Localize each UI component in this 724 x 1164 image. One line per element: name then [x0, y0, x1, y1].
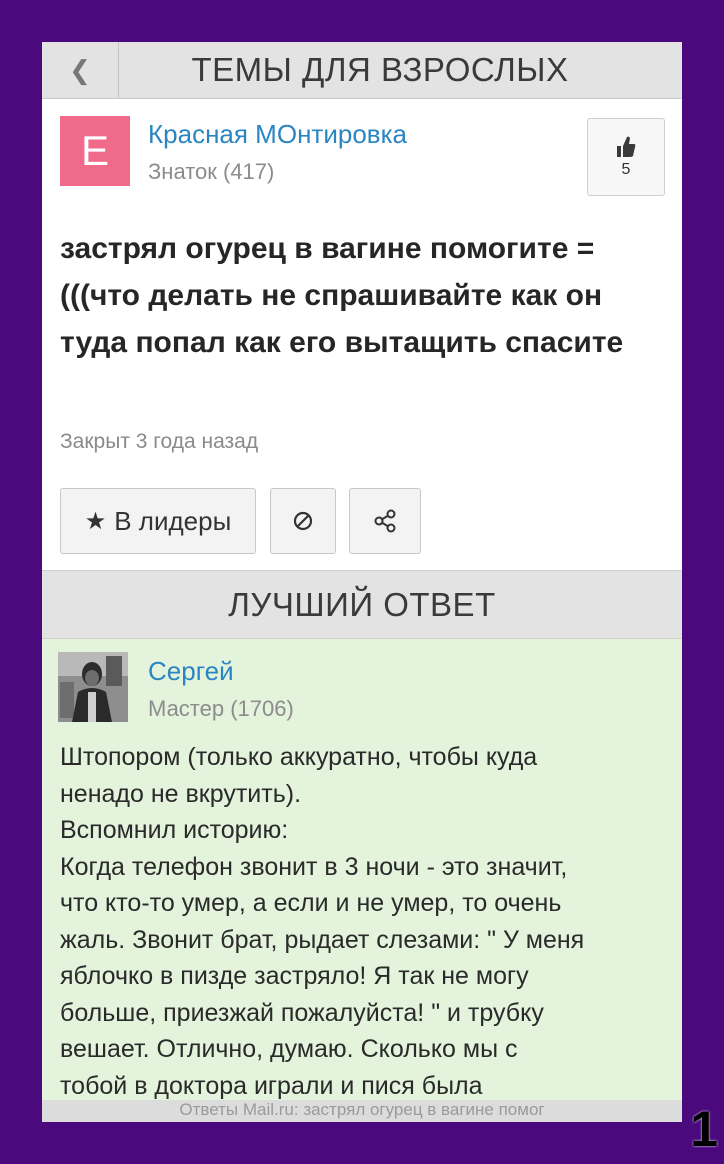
answer-author-rank: Мастер (1706)	[148, 696, 294, 721]
page-number: 1	[690, 1101, 718, 1157]
answer-author-name[interactable]: Сергей	[148, 656, 234, 687]
best-answer-heading: ЛУЧШИЙ ОТВЕТ	[42, 570, 682, 639]
app-screen: ❮ ТЕМЫ ДЛЯ ВЗРОСЛЫХ E Красная МОнтировка…	[42, 42, 682, 1122]
like-button[interactable]: 5	[587, 118, 665, 196]
thumbs-up-icon	[617, 136, 636, 157]
question-text: застрял огурец в вагине помогите =(((что…	[60, 232, 624, 359]
user-photo	[58, 652, 128, 722]
page-title: ТЕМЫ ДЛЯ ВЗРОСЛЫХ	[191, 51, 569, 88]
footer-caption: Ответы Mail.ru: застрял огурец в вагине …	[42, 1100, 682, 1122]
avatar[interactable]: E	[60, 116, 130, 186]
best-answer-card: Сергей Мастер (1706) Штопором (только ак…	[42, 639, 682, 1119]
author-name[interactable]: Красная МОнтировка	[148, 119, 407, 150]
answer-text: Штопором (только аккуратно, чтобы куда н…	[60, 743, 585, 1100]
star-icon: ★	[84, 507, 107, 535]
author-rank: Знаток (417)	[148, 159, 275, 184]
top-bar: ❮ ТЕМЫ ДЛЯ ВЗРОСЛЫХ	[42, 42, 682, 99]
back-button[interactable]: ❮	[42, 42, 119, 98]
block-icon	[293, 511, 313, 531]
block-button[interactable]	[270, 488, 336, 554]
question-status: Закрыт 3 года назад	[60, 430, 259, 453]
question-card: E Красная МОнтировка Знаток (417) 5 заст…	[42, 99, 682, 570]
share-button[interactable]	[349, 488, 421, 554]
to-leaders-label: В лидеры	[114, 505, 232, 536]
like-count: 5	[621, 161, 631, 178]
to-leaders-button[interactable]: ★ В лидеры	[60, 488, 256, 554]
chevron-left-icon: ❮	[69, 54, 91, 85]
share-icon	[374, 509, 396, 533]
avatar[interactable]	[58, 652, 128, 722]
